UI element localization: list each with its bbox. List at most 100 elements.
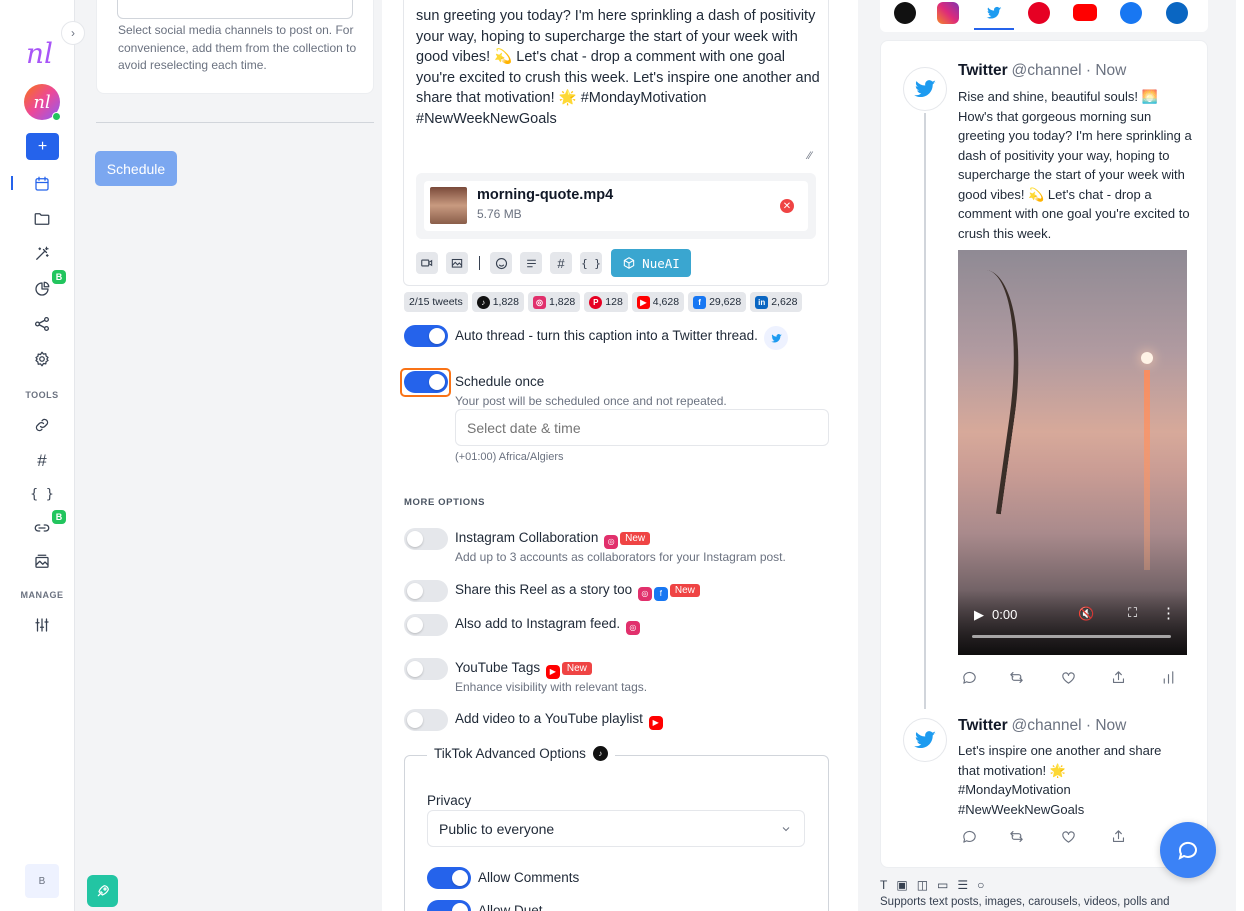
- toggle-knob: [407, 583, 423, 599]
- share-icon[interactable]: [1110, 828, 1127, 848]
- toggle-knob: [407, 712, 423, 728]
- retweet-icon[interactable]: [1008, 828, 1025, 848]
- rocket-launch-button[interactable]: [87, 875, 118, 907]
- comment-type-icon: ○: [977, 878, 985, 892]
- schedule-once-toggle[interactable]: [404, 371, 448, 393]
- facebook-count: f 29,628: [688, 292, 747, 312]
- hashtag-icon[interactable]: #: [24, 446, 60, 476]
- hashtag-icon[interactable]: #: [550, 252, 572, 274]
- calendar-icon[interactable]: [24, 169, 60, 199]
- add-image-icon[interactable]: [446, 252, 468, 274]
- online-dot: [52, 112, 61, 121]
- progress-track[interactable]: [972, 635, 1171, 638]
- folder-icon[interactable]: [24, 204, 60, 234]
- facebook-icon: f: [693, 295, 707, 309]
- views-icon[interactable]: [1160, 669, 1177, 689]
- chat-support-button[interactable]: [1160, 822, 1216, 878]
- composer-column: sun greeting you today? I'm here sprinkl…: [382, 0, 858, 911]
- reply-icon[interactable]: [961, 828, 978, 848]
- instagram-feed-title: Also add to Instagram feed. ◎: [455, 616, 640, 635]
- more-options-icon[interactable]: ⋮: [1161, 604, 1176, 622]
- facebook-tab-icon[interactable]: [1120, 2, 1142, 24]
- twitter-preview-card: Twitter @channel · Now Rise and shine, b…: [880, 40, 1208, 868]
- remove-media-icon[interactable]: ✕: [780, 199, 794, 213]
- play-icon[interactable]: ▶: [974, 607, 984, 623]
- instagram-tab-icon[interactable]: [937, 2, 959, 24]
- youtube-tags-toggle[interactable]: [404, 658, 448, 680]
- share-icon[interactable]: [24, 309, 60, 339]
- resize-handle[interactable]: ⁄⁄: [808, 150, 812, 162]
- allow-comments-toggle[interactable]: [427, 867, 471, 889]
- privacy-label: Privacy: [427, 793, 472, 808]
- settings-gear-icon[interactable]: [24, 344, 60, 374]
- add-video-icon[interactable]: [416, 252, 438, 274]
- date-time-input[interactable]: [455, 409, 829, 446]
- link-icon[interactable]: [24, 410, 60, 440]
- tweet-count: 2/15 tweets: [404, 292, 468, 312]
- new-badge: New: [669, 584, 700, 597]
- tiktok-icon: ♪: [476, 295, 490, 309]
- text-format-icon[interactable]: [520, 252, 542, 274]
- reply-icon[interactable]: [961, 669, 978, 689]
- emoji-icon[interactable]: [490, 252, 512, 274]
- sun-reflection: [1144, 370, 1150, 570]
- privacy-select[interactable]: Public to everyone: [427, 810, 805, 847]
- mute-icon[interactable]: 🔇: [1078, 606, 1094, 622]
- youtube-tab-icon[interactable]: [1073, 4, 1097, 21]
- snippets-icon[interactable]: { }: [580, 252, 602, 274]
- instagram-icon: ◎: [625, 620, 640, 635]
- like-icon[interactable]: [1060, 669, 1077, 689]
- page-scrollbar[interactable]: [1236, 0, 1244, 911]
- avatar-text: nl: [33, 91, 51, 113]
- tools-section-label: TOOLS: [25, 390, 59, 400]
- allow-duet-toggle[interactable]: [427, 900, 471, 911]
- channels-card: Select social media channels to post on.…: [96, 0, 374, 94]
- platform-tabs: [880, 0, 1208, 32]
- schedule-button[interactable]: Schedule: [95, 151, 177, 186]
- tiktok-tab-icon[interactable]: [894, 2, 916, 24]
- nueai-button[interactable]: NueAI: [611, 249, 691, 277]
- active-indicator: [11, 176, 13, 190]
- thread-line: [924, 113, 926, 709]
- video-player[interactable]: ▶ 0:00 🔇 ⛶ ⋮: [958, 250, 1187, 655]
- youtube-icon: ▶: [636, 295, 650, 309]
- add-post-button[interactable]: +: [26, 133, 59, 160]
- caption-line: good vibes! 💫 Let's chat - drop a commen…: [416, 49, 786, 65]
- youtube-playlist-toggle[interactable]: [404, 709, 448, 731]
- pinterest-tab-icon[interactable]: [1028, 2, 1050, 24]
- text-type-icon: T: [880, 878, 888, 892]
- like-icon[interactable]: [1060, 828, 1077, 848]
- instagram-collab-toggle[interactable]: [404, 528, 448, 550]
- poll-type-icon: ☰: [957, 878, 969, 892]
- media-attachment-card[interactable]: morning-quote.mp4 5.76 MB ✕: [424, 181, 808, 231]
- fullscreen-icon[interactable]: ⛶: [1128, 605, 1137, 621]
- twitter-tab-icon[interactable]: [983, 4, 1005, 22]
- channels-input[interactable]: [117, 0, 353, 19]
- video-thumbnail: [430, 187, 467, 224]
- link-beta-badge: B: [52, 510, 66, 524]
- media-file-name: morning-quote.mp4: [477, 187, 614, 203]
- magic-wand-icon[interactable]: [24, 239, 60, 269]
- auto-thread-toggle[interactable]: [404, 325, 448, 347]
- toggle-knob: [452, 870, 468, 886]
- twitter-avatar: [903, 67, 947, 111]
- caption-editor[interactable]: sun greeting you today? I'm here sprinkl…: [403, 0, 829, 286]
- pinterest-count: P 128: [584, 292, 628, 312]
- twitter-badge-icon: [764, 326, 788, 350]
- caption-line: share that motivation! 🌟 #MondayMotivati…: [416, 90, 707, 106]
- caption-text[interactable]: sun greeting you today? I'm here sprinkl…: [416, 6, 826, 129]
- channels-hint: Select social media channels to post on.…: [118, 23, 357, 72]
- toggle-knob: [407, 531, 423, 547]
- user-initial-box[interactable]: B: [25, 864, 59, 898]
- share-icon[interactable]: [1110, 669, 1127, 689]
- linkedin-tab-icon[interactable]: [1166, 2, 1188, 24]
- retweet-icon[interactable]: [1008, 669, 1025, 689]
- instagram-feed-toggle[interactable]: [404, 614, 448, 636]
- media-library-icon[interactable]: [24, 547, 60, 577]
- logo[interactable]: nl: [26, 40, 66, 72]
- collapse-sidebar-button[interactable]: ›: [61, 21, 85, 45]
- sliders-icon[interactable]: [24, 610, 60, 640]
- reel-story-toggle[interactable]: [404, 580, 448, 602]
- curly-braces-icon[interactable]: { }: [24, 479, 60, 509]
- linkedin-count-value: 2,628: [771, 296, 798, 308]
